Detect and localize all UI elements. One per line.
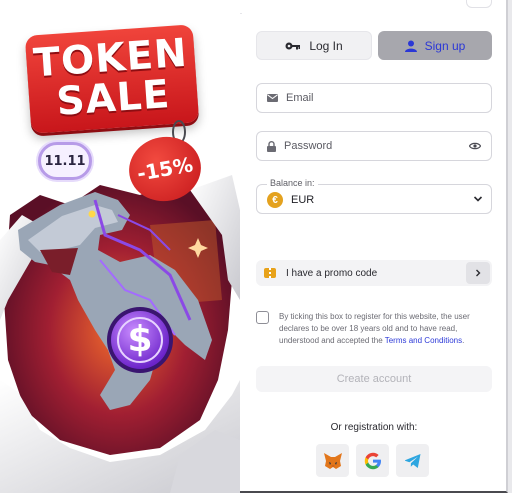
google-icon	[364, 452, 381, 469]
promo-arrow-button[interactable]	[466, 262, 490, 284]
promo-code-toggle[interactable]: I have a promo code	[256, 260, 492, 286]
currency-value: EUR	[291, 194, 315, 206]
chevron-right-icon	[476, 269, 481, 277]
terms-checkbox[interactable]	[256, 311, 269, 324]
tab-signup[interactable]: Sign up	[378, 31, 492, 60]
page-frame: $ TOKEN SALE 11.11 -15% Log In Sign up E…	[0, 0, 512, 493]
envelope-icon	[267, 94, 278, 102]
token-sale-title-line2: SALE	[55, 72, 172, 125]
key-icon	[285, 42, 301, 49]
terms-text: By ticking this box to register for this…	[279, 311, 495, 347]
eye-icon[interactable]	[469, 142, 481, 150]
promo-code-label: I have a promo code	[286, 267, 378, 279]
password-input[interactable]	[284, 140, 469, 152]
coin-dollar-icon: $	[127, 319, 153, 360]
telegram-icon	[404, 453, 420, 468]
or-registration-label: Or registration with:	[330, 422, 418, 433]
ticket-icon	[264, 268, 276, 278]
email-input[interactable]	[286, 92, 481, 104]
tab-login[interactable]: Log In	[256, 31, 372, 60]
terms-end: .	[462, 336, 465, 345]
balance-caption: Balance in:	[267, 178, 318, 188]
tab-login-label: Log In	[309, 38, 343, 53]
google-button[interactable]	[356, 444, 389, 477]
token-sale-banner: TOKEN SALE	[24, 24, 200, 134]
signup-modal: $ TOKEN SALE 11.11 -15% Log In Sign up E…	[0, 0, 508, 493]
balance-currency-select[interactable]: Balance in: € EUR	[256, 178, 492, 214]
euro-coin-icon: €	[267, 192, 283, 208]
tab-signup-label: Sign up	[424, 38, 466, 53]
promo-artwork: $ TOKEN SALE 11.11 -15%	[0, 0, 240, 493]
auth-tabs: Log In Sign up	[256, 31, 492, 60]
metamask-button[interactable]	[316, 444, 349, 477]
chevron-down-icon	[473, 196, 483, 202]
create-account-button[interactable]: Create account	[256, 366, 492, 392]
password-field-wrapper	[256, 131, 492, 161]
lock-icon	[267, 140, 276, 152]
social-login-row	[316, 444, 429, 477]
terms-link[interactable]: Terms and Conditions	[385, 336, 462, 345]
email-field-wrapper	[256, 83, 492, 113]
telegram-button[interactable]	[396, 444, 429, 477]
close-button[interactable]	[466, 0, 492, 8]
date-badge: 11.11	[38, 142, 92, 180]
metamask-icon	[323, 452, 342, 469]
user-icon	[404, 40, 417, 52]
